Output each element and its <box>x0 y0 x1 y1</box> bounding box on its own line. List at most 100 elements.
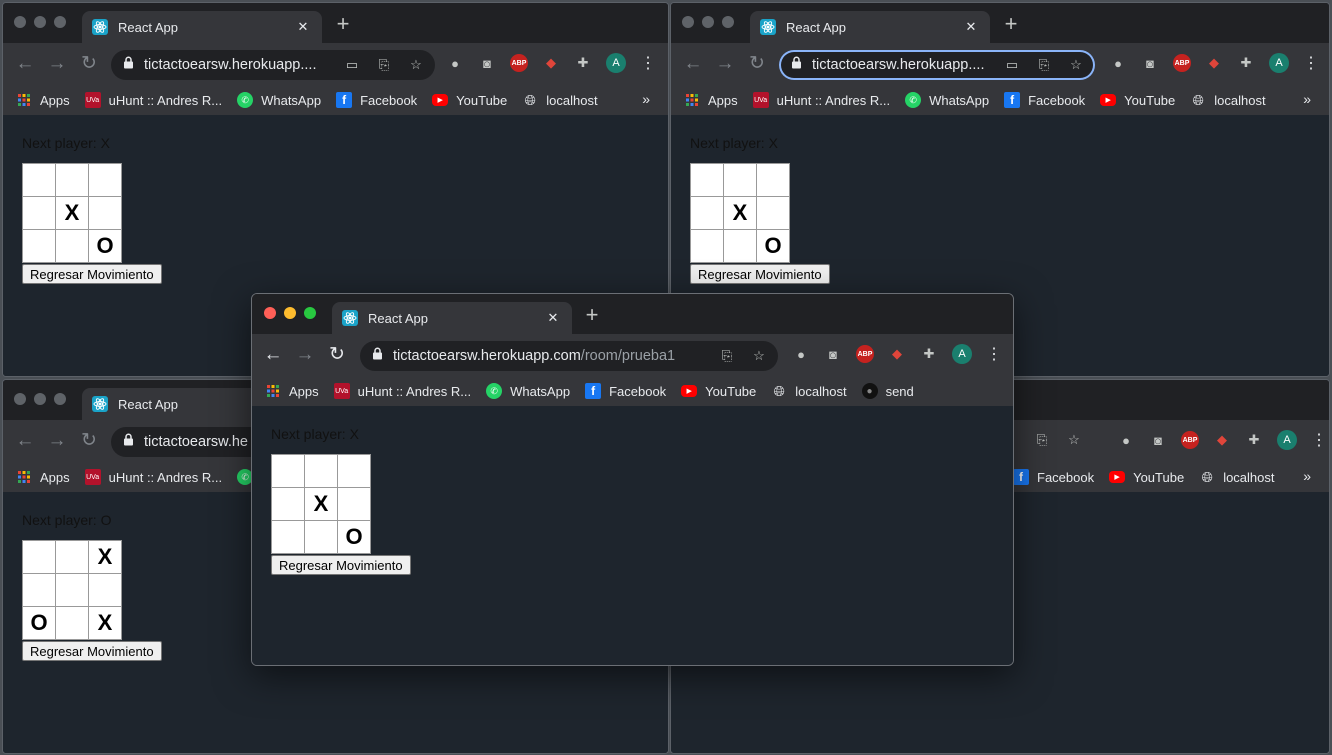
adblock-icon[interactable]: ABP <box>1173 54 1191 72</box>
new-tab-button[interactable]: + <box>581 304 603 326</box>
adblock-icon[interactable]: ABP <box>510 54 528 72</box>
board-square[interactable] <box>55 573 89 607</box>
new-tab-button[interactable]: + <box>1000 13 1022 35</box>
bookmark-localhost[interactable]: 🌐︎ localhost <box>771 383 847 399</box>
tab-react-app[interactable]: React App ✕ <box>750 11 990 43</box>
translate-icon[interactable]: ⎘ <box>718 347 736 365</box>
puzzle-icon[interactable]: ✚ <box>1245 431 1263 449</box>
discord-icon[interactable]: ● <box>446 54 464 72</box>
profile-avatar[interactable]: A <box>952 344 972 364</box>
forward-button[interactable]: → <box>46 53 68 75</box>
minimize-window-button[interactable] <box>34 16 46 28</box>
translate-icon[interactable]: ⎘ <box>1033 431 1051 449</box>
bookmarks-overflow-button[interactable]: » <box>642 91 650 107</box>
bookmark-facebook[interactable]: f Facebook <box>1013 469 1094 485</box>
bookmarks-overflow-button[interactable]: » <box>1303 468 1311 484</box>
zoom-window-button[interactable] <box>304 307 316 319</box>
board-square[interactable] <box>690 196 724 230</box>
board-square[interactable] <box>756 196 790 230</box>
bookmark-uhunt[interactable]: UVa uHunt :: Andres R... <box>333 383 471 399</box>
extension-red-icon[interactable]: ◆ <box>1205 54 1223 72</box>
tab-react-app[interactable]: React App ✕ <box>332 302 572 334</box>
address-bar[interactable]: tictactoearsw.herokuapp.... ▭ ⎘ ☆ <box>779 50 1095 80</box>
camera-icon[interactable]: ◙ <box>478 54 496 72</box>
board-square[interactable] <box>22 196 56 230</box>
board-square[interactable] <box>88 573 122 607</box>
board-square[interactable] <box>22 229 56 263</box>
minimize-window-button[interactable] <box>34 393 46 405</box>
board-square[interactable]: X <box>304 487 338 521</box>
close-window-button[interactable] <box>264 307 276 319</box>
reload-button[interactable]: ↻ <box>78 430 100 452</box>
undo-move-button[interactable]: Regresar Movimiento <box>22 264 162 284</box>
back-button[interactable]: ← <box>682 53 704 75</box>
board-square[interactable] <box>723 229 757 263</box>
undo-move-button[interactable]: Regresar Movimiento <box>22 641 162 661</box>
bookmark-facebook[interactable]: f Facebook <box>585 383 666 399</box>
menu-kebab-icon[interactable]: ⋮ <box>986 344 1002 364</box>
forward-button[interactable]: → <box>294 344 316 366</box>
board-square[interactable]: O <box>337 520 371 554</box>
bookmark-youtube[interactable]: ▶ YouTube <box>681 384 756 399</box>
board-square[interactable] <box>271 520 305 554</box>
bookmark-uhunt[interactable]: UVa uHunt :: Andres R... <box>84 92 222 108</box>
board-square[interactable] <box>22 540 56 574</box>
board-square[interactable] <box>271 454 305 488</box>
bookmark-localhost[interactable]: 🌐︎ localhost <box>1199 469 1275 485</box>
board-square[interactable] <box>690 229 724 263</box>
board-square[interactable] <box>88 196 122 230</box>
bookmark-star-icon[interactable]: ☆ <box>1067 56 1085 74</box>
bookmark-send[interactable]: ● send <box>861 383 914 399</box>
undo-move-button[interactable]: Regresar Movimiento <box>690 264 830 284</box>
adblock-icon[interactable]: ABP <box>1181 431 1199 449</box>
bookmark-youtube[interactable]: ▶ YouTube <box>1109 470 1184 485</box>
bookmark-localhost[interactable]: 🌐︎ localhost <box>522 92 598 108</box>
discord-icon[interactable]: ● <box>792 345 810 363</box>
close-window-button[interactable] <box>682 16 694 28</box>
bookmark-star-icon[interactable]: ☆ <box>1065 431 1083 449</box>
bookmark-localhost[interactable]: 🌐︎ localhost <box>1190 92 1266 108</box>
cast-icon[interactable]: ▭ <box>343 56 361 74</box>
extension-red-icon[interactable]: ◆ <box>1213 431 1231 449</box>
minimize-window-button[interactable] <box>702 16 714 28</box>
new-tab-button[interactable]: + <box>332 13 354 35</box>
board-square[interactable]: X <box>88 606 122 640</box>
reload-button[interactable]: ↻ <box>326 344 348 366</box>
board-square[interactable] <box>88 163 122 197</box>
camera-icon[interactable]: ◙ <box>824 345 842 363</box>
tab-close-icon[interactable]: ✕ <box>544 310 562 326</box>
discord-icon[interactable]: ● <box>1117 431 1135 449</box>
zoom-window-button[interactable] <box>54 16 66 28</box>
camera-icon[interactable]: ◙ <box>1141 54 1159 72</box>
zoom-window-button[interactable] <box>722 16 734 28</box>
menu-kebab-icon[interactable]: ⋮ <box>1303 53 1319 73</box>
board-square[interactable] <box>22 163 56 197</box>
adblock-icon[interactable]: ABP <box>856 345 874 363</box>
tab-close-icon[interactable]: ✕ <box>294 19 312 35</box>
bookmark-facebook[interactable]: f Facebook <box>1004 92 1085 108</box>
zoom-window-button[interactable] <box>54 393 66 405</box>
address-bar[interactable]: tictactoearsw.herokuapp.... ▭ ⎘ ☆ <box>111 50 435 80</box>
tab-close-icon[interactable]: ✕ <box>962 19 980 35</box>
translate-icon[interactable]: ⎘ <box>375 56 393 74</box>
profile-avatar[interactable]: A <box>1277 430 1297 450</box>
bookmark-whatsapp[interactable]: ✆ WhatsApp <box>237 92 321 108</box>
bookmark-uhunt[interactable]: UVa uHunt :: Andres R... <box>752 92 890 108</box>
minimize-window-button[interactable] <box>284 307 296 319</box>
close-window-button[interactable] <box>14 393 26 405</box>
board-square[interactable]: O <box>22 606 56 640</box>
profile-avatar[interactable]: A <box>606 53 626 73</box>
bookmark-apps[interactable]: Apps <box>684 92 738 108</box>
profile-avatar[interactable]: A <box>1269 53 1289 73</box>
bookmark-star-icon[interactable]: ☆ <box>750 347 768 365</box>
forward-button[interactable]: → <box>714 53 736 75</box>
board-square[interactable]: X <box>723 196 757 230</box>
extension-red-icon[interactable]: ◆ <box>542 54 560 72</box>
board-square[interactable] <box>304 454 338 488</box>
address-bar[interactable]: tictactoearsw.herokuapp.com/room/prueba1… <box>360 341 778 371</box>
board-square[interactable]: O <box>756 229 790 263</box>
board-square[interactable] <box>756 163 790 197</box>
board-square[interactable] <box>55 229 89 263</box>
board-square[interactable] <box>55 540 89 574</box>
board-square[interactable] <box>304 520 338 554</box>
